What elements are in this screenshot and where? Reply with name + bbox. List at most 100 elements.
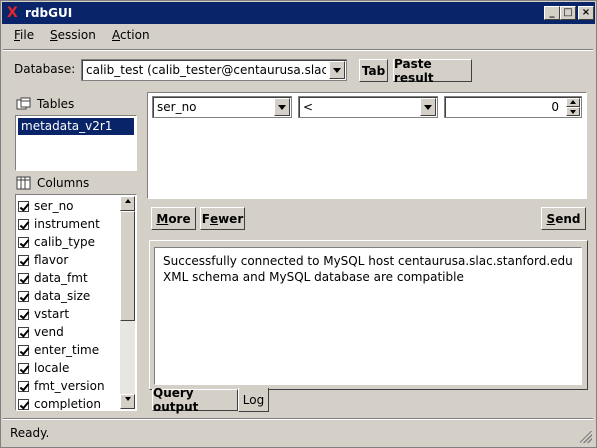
column-item[interactable]: enter_time: [18, 341, 99, 359]
minimize-icon[interactable]: _: [544, 6, 560, 20]
checkbox[interactable]: [18, 200, 29, 212]
value-field[interactable]: 0: [551, 100, 559, 115]
send-button[interactable]: Send: [541, 207, 586, 230]
columns-icon: [16, 176, 31, 190]
scroll-up-icon[interactable]: [120, 196, 135, 211]
send-rest: end: [555, 211, 581, 226]
menu-session[interactable]: Session: [50, 27, 96, 43]
checkbox[interactable]: [18, 308, 29, 320]
columns-scrollbar[interactable]: [120, 196, 135, 409]
checkbox[interactable]: [18, 380, 29, 392]
more-accel: M: [156, 211, 169, 226]
more-button[interactable]: More: [151, 207, 196, 230]
menu-action-accel: A: [112, 28, 120, 42]
checkbox[interactable]: [18, 326, 29, 338]
fewer-accel: e: [209, 211, 219, 226]
column-name: locale: [34, 361, 70, 375]
log-line: XML schema and MySQL database are compat…: [163, 270, 464, 284]
database-value: calib_test (calib_tester@centaurusa.slac…: [86, 63, 326, 77]
tables-header: Tables: [16, 94, 136, 114]
checkbox[interactable]: [18, 272, 29, 284]
field-value: ser_no: [157, 100, 197, 114]
checkbox[interactable]: [18, 236, 29, 248]
menu-action-rest: ction: [120, 28, 150, 42]
column-item[interactable]: calib_type: [18, 233, 95, 251]
send-accel: S: [546, 211, 556, 226]
checkbox[interactable]: [18, 290, 29, 302]
operator-select[interactable]: <: [298, 96, 438, 118]
menu-file[interactable]: File: [14, 27, 34, 43]
column-name: completion: [34, 397, 101, 411]
tab-button[interactable]: Tab: [359, 59, 388, 82]
tab-log[interactable]: Log: [238, 388, 269, 412]
column-name: enter_time: [34, 343, 100, 357]
menu-file-rest: ile: [20, 28, 35, 42]
tables-list[interactable]: metadata_v2r1: [15, 115, 137, 171]
resize-grip-icon[interactable]: [580, 431, 592, 443]
chevron-down-icon[interactable]: [329, 61, 345, 79]
checkbox[interactable]: [18, 218, 29, 230]
scroll-thumb[interactable]: [120, 211, 135, 321]
chevron-down-icon[interactable]: [420, 98, 436, 116]
column-name: calib_type: [34, 235, 96, 249]
column-name: instrument: [34, 217, 100, 231]
column-item[interactable]: ser_no: [18, 197, 74, 215]
checkbox[interactable]: [18, 398, 29, 410]
more-rest: ore: [168, 211, 191, 226]
column-name: vstart: [34, 307, 70, 321]
menu-separator: [3, 49, 593, 51]
value-spinner[interactable]: 0: [444, 96, 582, 118]
app-window: X rdbGUI _ □ × File Session Action Datab…: [0, 0, 597, 448]
column-item[interactable]: flavor: [18, 251, 68, 269]
column-name: fmt_version: [34, 379, 105, 393]
fewer-pre: F: [201, 211, 210, 226]
menu-bar: File Session Action: [2, 24, 595, 48]
column-item[interactable]: vstart: [18, 305, 69, 323]
list-item-table[interactable]: metadata_v2r1: [18, 118, 134, 135]
status-text: Ready.: [10, 426, 50, 440]
fewer-button[interactable]: Fe wer: [200, 207, 245, 230]
columns-label: Columns: [37, 176, 90, 190]
paste-result-button[interactable]: Paste result: [393, 57, 472, 85]
columns-header: Columns: [16, 173, 136, 193]
column-name: flavor: [34, 253, 69, 267]
menu-session-rest: ession: [57, 28, 96, 42]
status-separator: [3, 418, 593, 420]
column-name: vend: [34, 325, 64, 339]
status-bar: Ready.: [4, 422, 593, 444]
scroll-down-icon[interactable]: [120, 394, 135, 409]
column-item[interactable]: data_size: [18, 287, 90, 305]
tables-icon: [16, 97, 31, 110]
tables-label: Tables: [37, 97, 75, 111]
operator-value: <: [303, 100, 314, 114]
spin-down-icon[interactable]: [566, 107, 580, 116]
tab-query-output[interactable]: Query output: [152, 386, 238, 414]
column-name: data_fmt: [34, 271, 88, 285]
column-item[interactable]: completion: [18, 395, 101, 411]
checkbox[interactable]: [18, 362, 29, 374]
column-item[interactable]: vend: [18, 323, 64, 341]
close-icon[interactable]: ×: [578, 6, 594, 20]
fewer-rest: wer: [218, 211, 244, 226]
spin-up-icon[interactable]: [566, 98, 580, 107]
x-icon: X: [7, 5, 18, 21]
column-item[interactable]: locale: [18, 359, 69, 377]
maximize-icon[interactable]: □: [560, 6, 576, 20]
log-text-area[interactable]: Successfully connected to MySQL host cen…: [154, 247, 582, 385]
chevron-down-icon[interactable]: [274, 98, 290, 116]
database-label: Database:: [14, 62, 76, 76]
menu-action[interactable]: Action: [112, 27, 150, 43]
column-item[interactable]: data_fmt: [18, 269, 88, 287]
column-name: data_size: [34, 289, 91, 303]
checkbox[interactable]: [18, 344, 29, 356]
column-item[interactable]: fmt_version: [18, 377, 105, 395]
field-select[interactable]: ser_no: [152, 96, 292, 118]
menu-session-accel: S: [50, 28, 58, 42]
column-item[interactable]: instrument: [18, 215, 100, 233]
columns-list[interactable]: ser_no instrument calib_typeflavor data_fmt…: [15, 194, 137, 411]
window-title: rdbGUI: [25, 6, 73, 20]
title-bar[interactable]: X rdbGUI _ □ ×: [2, 2, 595, 24]
database-select[interactable]: calib_test (calib_tester@centaurusa.slac…: [81, 59, 347, 81]
column-name: ser_no: [34, 199, 74, 213]
checkbox[interactable]: [18, 254, 29, 266]
